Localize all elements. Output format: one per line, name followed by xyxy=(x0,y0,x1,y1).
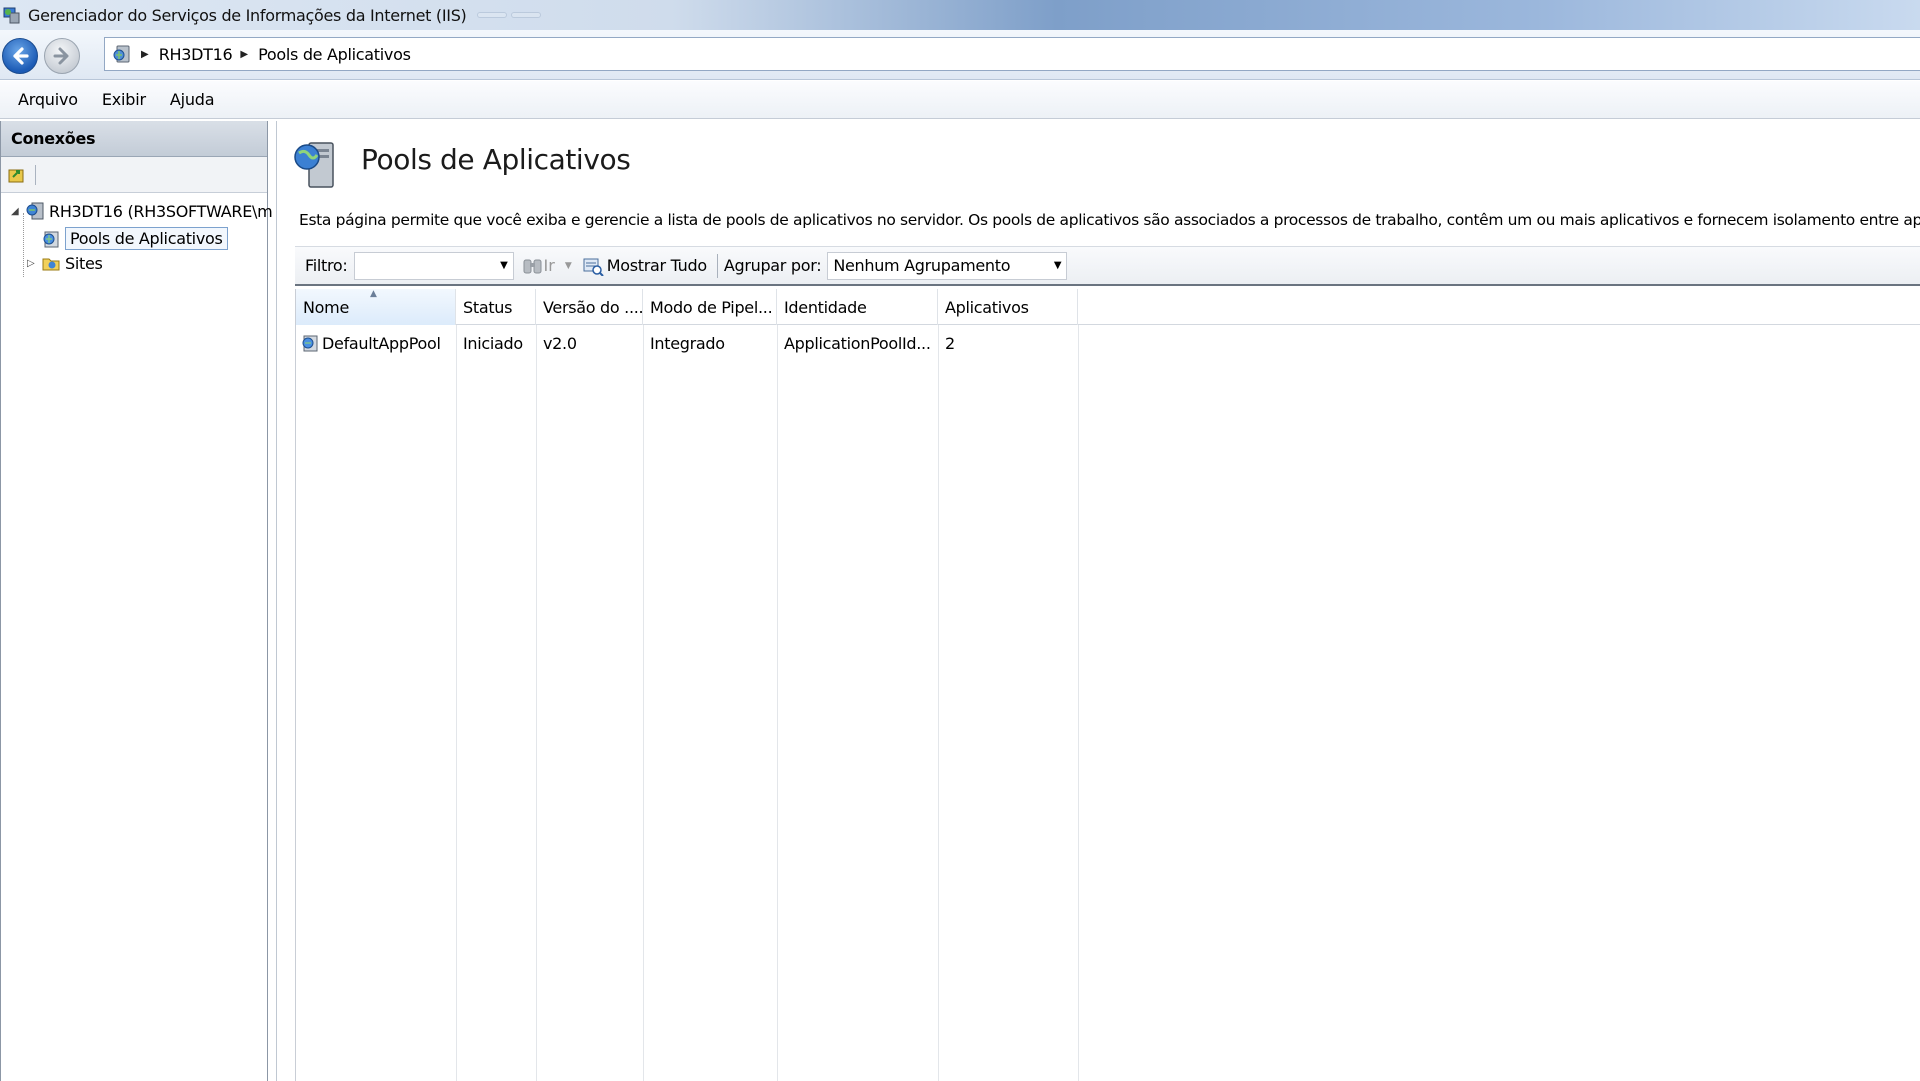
back-arrow-icon xyxy=(13,47,29,65)
application-pools-page: Pools de Aplicativos Esta página permite… xyxy=(276,121,1920,1081)
application-pool-icon xyxy=(302,335,318,352)
column-header-versao[interactable]: Versão do .... xyxy=(536,289,643,325)
menu-exibir[interactable]: Exibir xyxy=(90,90,158,109)
application-pools-list: ▲ Nome Status Versão do .... Modo de Pip… xyxy=(295,289,1920,1081)
breadcrumb-separator-icon[interactable]: ▶ xyxy=(141,49,149,60)
column-header-status[interactable]: Status xyxy=(456,289,536,325)
cell-identidade: ApplicationPoolId... xyxy=(784,333,931,353)
column-divider xyxy=(938,325,939,1081)
group-by-label: Agrupar por: xyxy=(723,256,822,275)
background-tab[interactable] xyxy=(476,12,507,18)
column-header-nome-label: Nome xyxy=(303,297,349,317)
breadcrumb-current[interactable]: Pools de Aplicativos xyxy=(258,45,411,64)
chevron-down-icon[interactable]: ▼ xyxy=(1054,260,1062,271)
cell-modo-pipeline: Integrado xyxy=(650,333,725,353)
back-button[interactable] xyxy=(2,38,38,74)
show-all-button[interactable]: Mostrar Tudo xyxy=(582,256,707,276)
breadcrumb-server[interactable]: RH3DT16 xyxy=(159,45,233,64)
group-by-combobox[interactable]: Nenhum Agrupamento ▼ xyxy=(827,251,1068,280)
sort-ascending-icon: ▲ xyxy=(370,289,377,299)
cell-versao: v2.0 xyxy=(543,333,577,353)
page-title: Pools de Aplicativos xyxy=(361,143,631,176)
connect-icon[interactable] xyxy=(7,165,27,185)
connections-toolbar xyxy=(1,157,267,193)
column-divider xyxy=(777,325,778,1081)
window-title-bar: Gerenciador do Serviços de Informações d… xyxy=(0,0,1920,30)
iis-manager-icon xyxy=(3,7,20,24)
tree-node-server[interactable]: ◢ RH3DT16 (RH3SOFTWARE\m xyxy=(11,201,273,221)
application-pool-icon xyxy=(43,231,59,247)
address-bar[interactable]: ▶ RH3DT16 ▶ Pools de Aplicativos xyxy=(104,37,1920,71)
tree-node-application-pools[interactable]: Pools de Aplicativos xyxy=(41,227,228,250)
column-divider xyxy=(1078,325,1079,1081)
iis-home-icon xyxy=(113,45,130,63)
tree-node-sites[interactable]: ▷ Sites xyxy=(27,253,103,273)
binoculars-icon xyxy=(523,259,542,273)
go-dropdown-icon[interactable]: ▼ xyxy=(565,261,572,271)
go-label: Ir xyxy=(543,256,555,275)
forward-arrow-icon xyxy=(53,47,69,65)
tree-node-sites-label: Sites xyxy=(65,253,103,273)
breadcrumb-separator-icon[interactable]: ▶ xyxy=(240,49,248,60)
menu-arquivo[interactable]: Arquivo xyxy=(0,90,90,109)
filter-combobox[interactable]: ▼ xyxy=(353,251,514,280)
forward-button[interactable] xyxy=(44,38,80,74)
cell-status: Iniciado xyxy=(463,333,523,353)
column-divider xyxy=(456,325,457,1081)
navigation-bar: ▶ RH3DT16 ▶ Pools de Aplicativos xyxy=(0,30,1920,80)
filter-label: Filtro: xyxy=(305,256,348,275)
chevron-down-icon[interactable]: ▼ xyxy=(500,260,508,271)
background-tab[interactable] xyxy=(510,12,541,18)
tree-node-server-label: RH3DT16 (RH3SOFTWARE\m xyxy=(49,201,273,221)
menu-bar: Arquivo Exibir Ajuda xyxy=(0,81,1920,119)
tree-line xyxy=(23,213,24,277)
application-pools-page-icon xyxy=(294,142,334,188)
tree-node-application-pools-label: Pools de Aplicativos xyxy=(65,227,228,250)
server-icon xyxy=(26,202,44,220)
column-header-aplicativos[interactable]: Aplicativos xyxy=(938,289,1078,325)
group-by-value: Nenhum Agrupamento xyxy=(833,256,1011,275)
column-header-nome[interactable]: ▲ Nome xyxy=(296,289,456,325)
column-divider xyxy=(536,325,537,1081)
toolbar-divider xyxy=(716,253,718,278)
connections-pane: Conexões ◢ RH3DT16 (RH3SOFTWARE\m Pools … xyxy=(0,121,273,1081)
toolbar-divider xyxy=(35,164,36,185)
cell-nome-label: DefaultAppPool xyxy=(322,333,441,353)
show-all-label: Mostrar Tudo xyxy=(606,256,707,275)
cell-nome: DefaultAppPool xyxy=(296,327,456,359)
connections-header: Conexões xyxy=(1,121,267,157)
list-header: ▲ Nome Status Versão do .... Modo de Pip… xyxy=(296,289,1920,325)
column-divider xyxy=(643,325,644,1081)
expand-icon[interactable]: ▷ xyxy=(27,258,41,269)
filter-toolbar: Filtro: ▼ Ir ▼ Mostrar Tudo Agrupar por:… xyxy=(295,246,1920,286)
window-title: Gerenciador do Serviços de Informações d… xyxy=(28,5,467,25)
collapse-icon[interactable]: ◢ xyxy=(11,206,25,217)
table-row[interactable]: DefaultAppPool Iniciado v2.0 Integrado A… xyxy=(296,327,1076,359)
show-all-icon xyxy=(583,258,604,276)
column-header-modo-pipeline[interactable]: Modo de Pipel... xyxy=(643,289,777,325)
column-header-identidade[interactable]: Identidade xyxy=(777,289,938,325)
background-taskbar-tabs xyxy=(476,12,545,18)
page-description: Esta página permite que você exiba e ger… xyxy=(299,211,1920,229)
sites-folder-icon xyxy=(42,258,60,271)
cell-aplicativos: 2 xyxy=(945,333,955,353)
menu-ajuda[interactable]: Ajuda xyxy=(158,90,227,109)
go-button[interactable]: Ir ▼ xyxy=(522,256,572,276)
